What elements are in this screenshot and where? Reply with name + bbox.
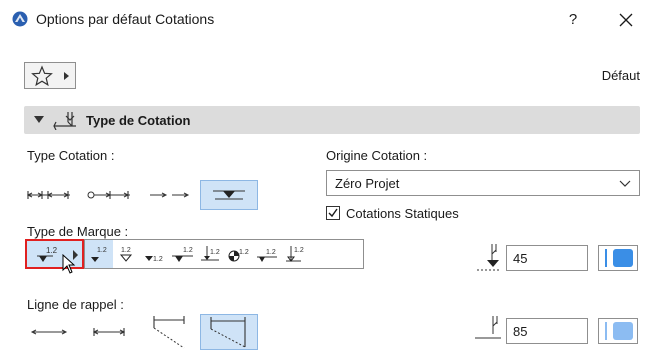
marker-elevation-small-icon: 1.2: [145, 256, 163, 263]
marker-height-icon: [477, 244, 501, 271]
marker-option-4[interactable]: 1.2: [169, 240, 197, 268]
extension-short-icon: [92, 328, 126, 336]
marker-pen-button[interactable]: [598, 245, 638, 271]
chevron-down-icon: [619, 180, 631, 187]
svg-text:1.2: 1.2: [210, 249, 220, 256]
dimension-elevation-icon: [213, 190, 245, 200]
pen-separator: [605, 249, 607, 267]
triangle-down-icon: [34, 116, 44, 123]
extension-line-short-button[interactable]: [84, 314, 134, 350]
marker-option-2[interactable]: 1.2: [113, 240, 141, 268]
origine-cotation-select[interactable]: Zéro Projet: [326, 170, 640, 196]
cotations-statiques-label: Cotations Statiques: [346, 206, 459, 221]
svg-text:1.2: 1.2: [153, 256, 163, 263]
marker-label: 1.2: [46, 246, 58, 255]
extension-full-icon: [210, 317, 246, 348]
marker-type-selected-button[interactable]: 1.2: [25, 239, 84, 274]
title-bar: Options par défaut Cotations ?: [0, 0, 652, 38]
extension-length-value: 85: [513, 324, 528, 339]
window-title: Options par défaut Cotations: [36, 11, 215, 27]
marker-elevation-tick-icon: 1.2: [286, 246, 304, 262]
extension-none-icon: [30, 329, 68, 335]
extension-pen-button[interactable]: [598, 318, 638, 344]
extension-line-dashed-button[interactable]: [144, 314, 194, 350]
svg-text:1.2: 1.2: [183, 247, 193, 254]
extension-length-input[interactable]: 85: [506, 318, 588, 344]
cotations-statiques-checkbox[interactable]: [326, 206, 340, 220]
marker-elevation-circle-icon: 1.2: [228, 249, 249, 262]
favorites-button[interactable]: [24, 62, 76, 89]
ligne-de-rappel-label: Ligne de rappel :: [27, 297, 124, 312]
pen-color-swatch: [613, 249, 633, 267]
marker-elevation-vertical-icon: 1.2: [201, 246, 220, 261]
dimension-linear-icon: [26, 191, 70, 199]
section-header[interactable]: Type de Cotation: [24, 106, 640, 134]
marker-option-7[interactable]: 1.2: [253, 240, 281, 268]
pen-separator: [605, 322, 607, 340]
dimension-type-linear-button[interactable]: [24, 180, 74, 210]
dimension-type-elevation-button[interactable]: [200, 180, 258, 210]
marker-option-1[interactable]: 1.2: [85, 240, 113, 268]
svg-text:1.2: 1.2: [266, 249, 276, 256]
checkmark-icon: [328, 208, 338, 218]
marker-elevation-underline-icon: 1.2: [257, 249, 277, 262]
svg-text:1.2: 1.2: [294, 247, 304, 254]
extension-line-full-button[interactable]: [200, 314, 258, 350]
close-button[interactable]: [611, 8, 641, 32]
marker-elevation-icon: 1.2: [91, 247, 107, 262]
marker-option-3[interactable]: 1.2: [141, 240, 169, 268]
close-icon: [619, 13, 633, 27]
origine-cotation-label: Origine Cotation :: [326, 148, 428, 163]
type-cotation-label: Type Cotation :: [27, 148, 115, 163]
section-title: Type de Cotation: [86, 113, 191, 128]
dimension-section-icon: [53, 112, 76, 130]
default-label: Défaut: [601, 68, 640, 83]
extension-dashed-icon: [153, 316, 185, 349]
marker-option-8[interactable]: 1.2: [281, 240, 309, 268]
extension-line-none-button[interactable]: [24, 314, 74, 350]
extension-length-icon: [475, 316, 501, 339]
archicad-logo-icon: [12, 11, 28, 27]
dimension-type-cumulative-button[interactable]: [84, 180, 134, 210]
marker-height-input[interactable]: 45: [506, 245, 588, 271]
pen-color-swatch: [613, 322, 633, 340]
help-button[interactable]: ?: [558, 8, 588, 32]
svg-text:1.2: 1.2: [97, 247, 107, 254]
dimension-type-arrow-button[interactable]: [144, 180, 194, 210]
origine-cotation-value: Zéro Projet: [335, 176, 400, 191]
marker-type-strip: 1.2 1.2 1.2 1.2 1.2 1.2 1.2 1.2: [84, 239, 364, 269]
marker-elevation-outline-icon: 1.2: [119, 247, 133, 262]
dimension-cumulative-icon: [87, 191, 130, 199]
svg-text:1.2: 1.2: [121, 247, 131, 254]
svg-text:1.2: 1.2: [239, 249, 249, 256]
marker-option-6[interactable]: 1.2: [225, 240, 253, 268]
star-icon: [31, 65, 53, 87]
chevron-right-icon: [64, 72, 69, 80]
marker-height-value: 45: [513, 251, 528, 266]
dimension-arrow-icon: [150, 192, 190, 198]
type-de-marque-label: Type de Marque :: [27, 224, 129, 239]
marker-option-5[interactable]: 1.2: [197, 240, 225, 268]
mouse-cursor-icon: [62, 254, 76, 274]
marker-elevation-line-icon: 1.2: [172, 247, 193, 262]
